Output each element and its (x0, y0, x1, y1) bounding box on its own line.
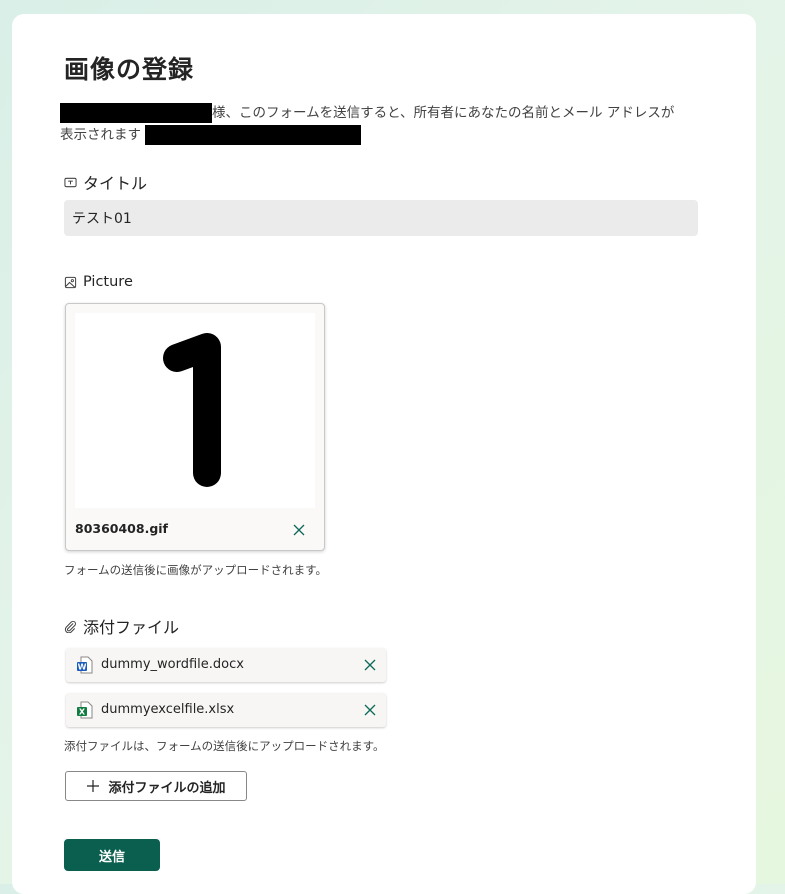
svg-text:X: X (79, 708, 86, 717)
excel-file-icon: X (77, 701, 93, 719)
word-file-icon: W (77, 656, 93, 674)
picture-digit-image (163, 333, 221, 487)
attachment-name: dummy_wordfile.docx (101, 657, 244, 672)
plus-icon (87, 780, 100, 792)
title-field-label: タイトル (64, 170, 147, 194)
picture-label-text: Picture (83, 274, 133, 290)
picture-field-label: Picture (64, 274, 133, 290)
title-input[interactable] (64, 200, 698, 236)
attachment-item: X dummyexcelfile.xlsx (66, 693, 386, 727)
paperclip-icon (64, 620, 76, 633)
form-title: 画像の登録 (64, 55, 195, 84)
attachments-label-text: 添付ファイル (83, 618, 180, 637)
title-label-text: タイトル (83, 174, 148, 193)
form-notice: 様、このフォームを送信すると、所有者にあなたの名前とメール アドレスが 表示され… (60, 102, 700, 146)
svg-text:W: W (78, 663, 87, 672)
redacted-name (60, 103, 212, 123)
notice-line1: 様、このフォームを送信すると、所有者にあなたの名前とメール アドレスが (212, 105, 675, 121)
remove-picture-icon[interactable] (292, 523, 306, 537)
redacted-email (145, 125, 361, 145)
remove-attachment-icon[interactable] (363, 658, 377, 672)
picture-thumbnail (75, 313, 315, 508)
add-attachment-label: 添付ファイルの追加 (108, 780, 226, 796)
form-card: 画像の登録 様、このフォームを送信すると、所有者にあなたの名前とメール アドレス… (12, 14, 756, 894)
remove-attachment-icon[interactable] (363, 703, 377, 717)
text-field-icon (64, 177, 77, 187)
picture-card: 80360408.gif (65, 303, 325, 551)
image-icon (64, 276, 77, 288)
picture-hint: フォームの送信後に画像がアップロードされます。 (64, 563, 328, 577)
notice-line2: 表示されます (60, 127, 141, 143)
attachment-name: dummyexcelfile.xlsx (101, 702, 235, 717)
submit-button[interactable]: 送信 (64, 839, 160, 871)
attachments-field-label: 添付ファイル (64, 614, 179, 638)
picture-file-name: 80360408.gif (75, 521, 168, 536)
add-attachment-button[interactable]: 添付ファイルの追加 (65, 771, 247, 801)
attachments-hint: 添付ファイルは、フォームの送信後にアップロードされます。 (64, 739, 385, 753)
attachment-item: W dummy_wordfile.docx (66, 648, 386, 682)
